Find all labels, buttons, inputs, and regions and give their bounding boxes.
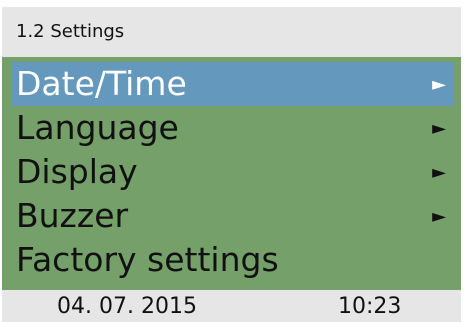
menu-item-label: Display <box>16 152 138 191</box>
device-screen: 1.2 Settings Date/Time ► Language ► Disp… <box>2 7 461 322</box>
chevron-right-icon: ► <box>432 162 446 183</box>
menu-item-label: Date/Time <box>16 64 187 103</box>
menu-item-label: Language <box>16 108 179 147</box>
chevron-right-icon: ► <box>432 74 446 95</box>
menu-item-label: Factory settings <box>16 240 279 279</box>
header-bar: 1.2 Settings <box>2 7 461 57</box>
menu-item-factory-settings[interactable]: Factory settings <box>11 238 453 282</box>
menu-item-date-time[interactable]: Date/Time ► <box>11 62 453 106</box>
menu-item-buzzer[interactable]: Buzzer ► <box>11 194 453 238</box>
menu-item-display[interactable]: Display ► <box>11 150 453 194</box>
time-display: 10:23 <box>338 294 402 319</box>
chevron-right-icon: ► <box>432 118 446 139</box>
menu-item-language[interactable]: Language ► <box>11 106 453 150</box>
screen-title: 1.2 Settings <box>16 21 125 42</box>
menu-item-label: Buzzer <box>16 196 129 235</box>
date-display: 04. 07. 2015 <box>57 294 197 319</box>
settings-menu: Date/Time ► Language ► Display ► Buzzer … <box>2 57 461 290</box>
chevron-right-icon: ► <box>432 206 446 227</box>
status-bar: 04. 07. 2015 10:23 <box>2 290 461 322</box>
